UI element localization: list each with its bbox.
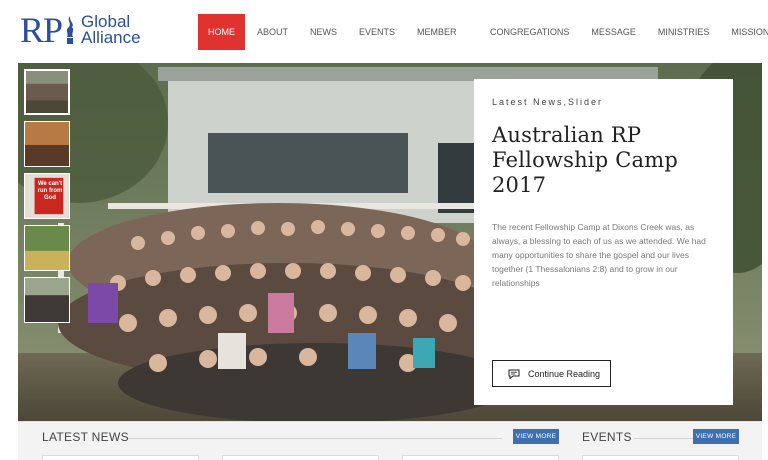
logo-wordmark: Global Alliance bbox=[81, 13, 141, 47]
slide-card: Latest News,Slider Australian RP Fellows… bbox=[474, 79, 733, 405]
events-heading: EVENTS bbox=[582, 430, 632, 444]
site-header: RP Global Alliance HOME ABOUT NEWS EVENT… bbox=[0, 0, 768, 73]
burning-bush-icon bbox=[66, 16, 74, 44]
nav-item-news[interactable]: NEWS bbox=[310, 14, 337, 50]
slide-excerpt: The recent Fellowship Camp at Dixons Cre… bbox=[492, 222, 706, 288]
thumbnail-sign-text: We can't run from God bbox=[37, 181, 63, 201]
slider-thumbnail[interactable] bbox=[24, 225, 70, 271]
slider-thumbnail[interactable] bbox=[24, 277, 70, 323]
hero-slider[interactable]: We can't run from God Latest News,Slider… bbox=[18, 63, 762, 421]
site-logo[interactable]: RP Global Alliance bbox=[20, 12, 141, 48]
event-card[interactable] bbox=[582, 455, 739, 460]
slide-category[interactable]: Latest News,Slider bbox=[492, 97, 715, 107]
news-card[interactable] bbox=[222, 455, 379, 460]
continue-reading-button[interactable]: Continue Reading bbox=[492, 360, 611, 387]
nav-item-events[interactable]: EVENTS bbox=[359, 14, 395, 50]
logo-line-alliance: Alliance bbox=[81, 28, 141, 47]
latest-news-heading: LATEST NEWS bbox=[42, 430, 129, 444]
slide-title[interactable]: Australian RP Fellowship Camp 2017 bbox=[492, 123, 715, 198]
home-sections-strip: LATEST NEWS VIEW MORE EVENTS VIEW MORE bbox=[18, 421, 762, 460]
news-card[interactable] bbox=[402, 455, 559, 460]
events-view-more-button[interactable]: VIEW MORE bbox=[693, 429, 739, 444]
nav-item-home[interactable]: HOME bbox=[198, 14, 245, 50]
slider-thumbnails: We can't run from God bbox=[24, 69, 70, 369]
main-nav: HOME ABOUT NEWS EVENTS MEMBER CHURCHES C… bbox=[198, 14, 768, 73]
slider-thumbnail[interactable]: We can't run from God bbox=[24, 173, 70, 219]
slider-thumbnail[interactable] bbox=[24, 121, 70, 167]
nav-item-congregations[interactable]: CONGREGATIONS bbox=[490, 14, 569, 50]
nav-item-member-churches[interactable]: MEMBER CHURCHES bbox=[417, 14, 468, 73]
slider-thumbnail[interactable] bbox=[24, 69, 70, 115]
comment-icon bbox=[508, 369, 520, 379]
nav-item-about[interactable]: ABOUT bbox=[257, 14, 288, 50]
section-divider bbox=[634, 438, 694, 439]
continue-reading-label: Continue Reading bbox=[528, 368, 601, 379]
news-view-more-button[interactable]: VIEW MORE bbox=[513, 429, 559, 444]
nav-item-missions[interactable]: MISSIONS bbox=[731, 14, 768, 50]
news-card[interactable] bbox=[42, 455, 199, 460]
nav-item-message[interactable]: MESSAGE bbox=[591, 14, 636, 50]
logo-rp-text: RP bbox=[20, 10, 63, 50]
section-divider bbox=[128, 438, 502, 439]
nav-item-ministries[interactable]: MINISTRIES bbox=[658, 14, 710, 50]
